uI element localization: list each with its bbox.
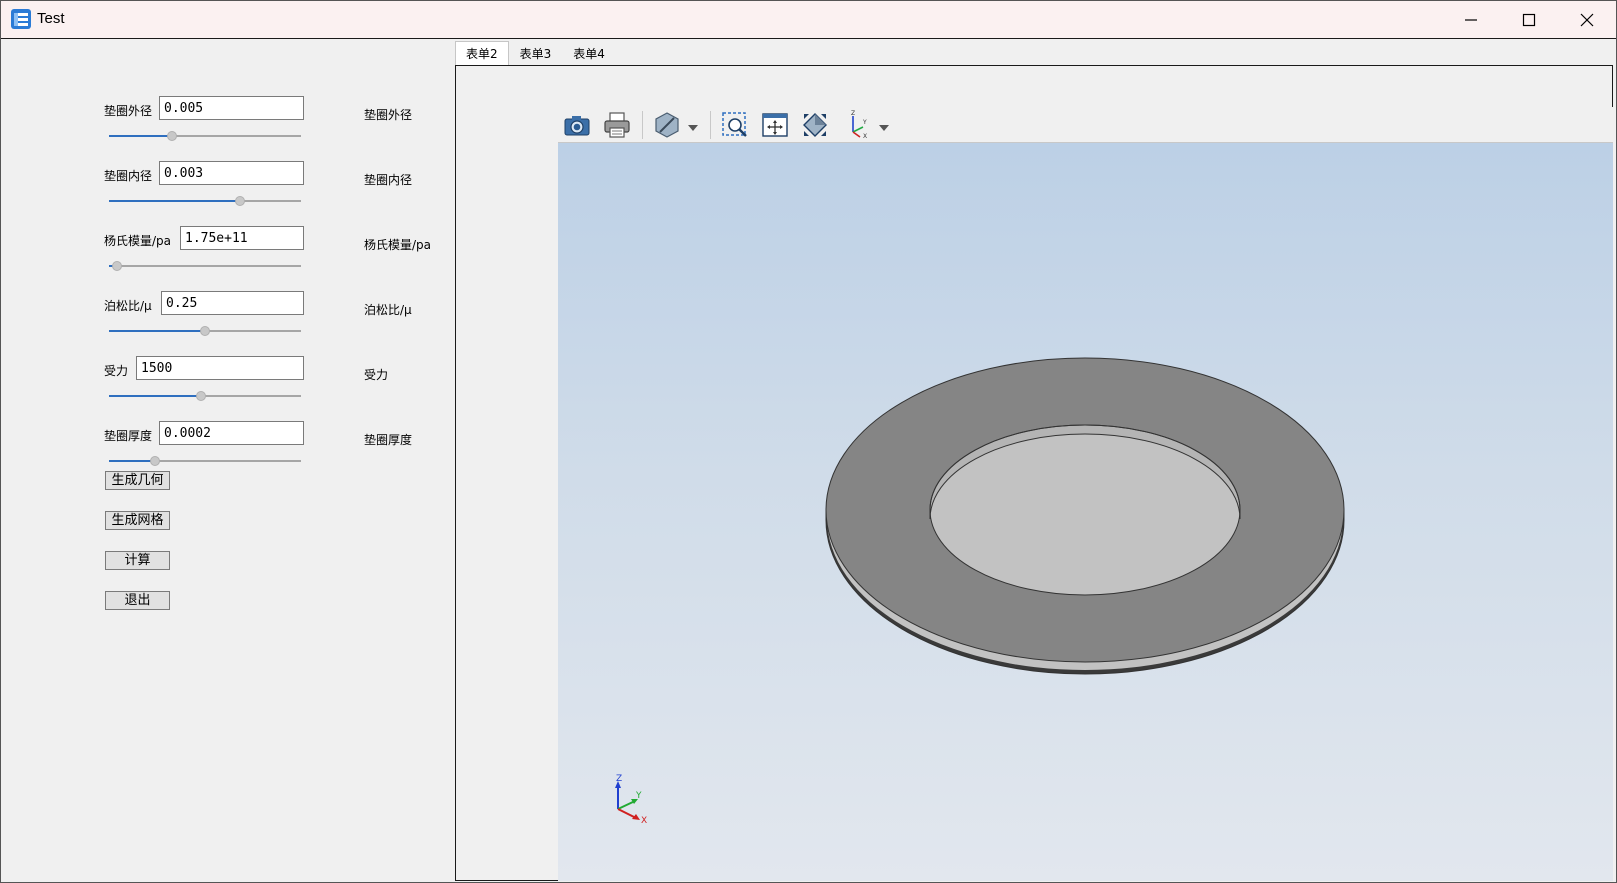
generate-geometry-button[interactable]: 生成几何 xyxy=(105,471,170,490)
chevron-down-icon xyxy=(879,125,889,131)
tab-form3[interactable]: 表单3 xyxy=(509,41,563,66)
slider-fill xyxy=(109,135,173,137)
slider-thumb[interactable] xyxy=(150,456,161,466)
axes-view-icon: Z Y X xyxy=(851,110,867,140)
display-mode-icon xyxy=(655,112,679,138)
param-row-force: 受力 受力 xyxy=(2,356,454,416)
youngs-modulus-label: 杨氏模量/pa xyxy=(104,234,172,248)
washer-model[interactable] xyxy=(558,143,1613,881)
poisson-ratio-label: 泊松比/μ xyxy=(104,299,152,313)
outer-diameter-input[interactable] xyxy=(159,96,304,120)
fit-selection-button[interactable] xyxy=(798,109,832,141)
triad-z-label: Z xyxy=(616,774,622,784)
poisson-ratio-input[interactable] xyxy=(161,291,304,315)
outer-diameter-label: 垫圈外径 xyxy=(104,104,153,118)
zoom-box-icon xyxy=(722,112,747,137)
view-triad: Z Y X xyxy=(615,774,647,826)
slider-thumb[interactable] xyxy=(167,131,178,141)
axes-view-dropdown[interactable] xyxy=(879,121,889,131)
fit-all-icon xyxy=(762,113,788,137)
force-side-label: 受力 xyxy=(364,368,389,382)
force-slider[interactable] xyxy=(109,390,301,402)
triad-y-label: Y xyxy=(635,791,642,801)
app-window: Test 垫圈外径 垫圈外径 垫圈内径 xyxy=(0,0,1617,883)
youngs-modulus-slider[interactable] xyxy=(109,260,301,272)
app-icon xyxy=(11,9,31,29)
display-mode-button[interactable] xyxy=(650,109,684,141)
parameter-panel: 垫圈外径 垫圈外径 垫圈内径 垫圈内径 杨氏模量/pa xyxy=(2,40,454,882)
slider-fill xyxy=(109,200,240,202)
inner-diameter-label: 垫圈内径 xyxy=(104,169,153,183)
fit-all-button[interactable] xyxy=(758,109,792,141)
slider-fill xyxy=(109,460,156,462)
slider-fill xyxy=(109,330,205,332)
param-row-outer-diameter: 垫圈外径 垫圈外径 xyxy=(2,96,454,156)
window-title: Test xyxy=(37,10,65,27)
slider-thumb[interactable] xyxy=(111,261,122,271)
thickness-slider[interactable] xyxy=(109,455,301,467)
zoom-box-button[interactable] xyxy=(718,109,752,141)
print-icon xyxy=(604,112,630,138)
inner-diameter-side-label: 垫圈内径 xyxy=(364,173,413,187)
outer-diameter-side-label: 垫圈外径 xyxy=(364,108,413,122)
param-row-inner-diameter: 垫圈内径 垫圈内径 xyxy=(2,161,454,221)
slider-fill xyxy=(109,395,202,397)
outer-diameter-slider[interactable] xyxy=(109,130,301,142)
svg-text:X: X xyxy=(863,133,867,140)
force-input[interactable] xyxy=(136,356,304,380)
poisson-ratio-side-label: 泊松比/μ xyxy=(364,303,412,317)
youngs-modulus-input[interactable] xyxy=(180,226,304,250)
camera-icon xyxy=(564,116,590,136)
print-button[interactable] xyxy=(600,109,634,141)
compute-button[interactable]: 计算 xyxy=(105,551,170,570)
tab-pane: Z Y X Z Y X xyxy=(455,65,1613,881)
tab-form2[interactable]: 表单2 xyxy=(455,41,509,66)
thickness-input[interactable] xyxy=(159,421,304,445)
slider-thumb[interactable] xyxy=(234,196,245,206)
minimize-icon xyxy=(1465,19,1477,21)
exit-button[interactable]: 退出 xyxy=(105,591,170,610)
poisson-ratio-slider[interactable] xyxy=(109,325,301,337)
inner-diameter-input[interactable] xyxy=(159,161,304,185)
axes-view-button[interactable]: Z Y X xyxy=(841,109,875,141)
tab-bar: 表单2 表单3 表单4 xyxy=(455,41,616,66)
close-button[interactable] xyxy=(1558,1,1616,39)
maximize-button[interactable] xyxy=(1500,1,1558,39)
youngs-modulus-side-label: 杨氏模量/pa xyxy=(364,238,432,252)
triad-x-label: X xyxy=(641,816,647,826)
param-row-thickness: 垫圈厚度 垫圈厚度 xyxy=(2,421,454,481)
svg-text:Y: Y xyxy=(862,119,867,126)
svg-text:Z: Z xyxy=(851,110,855,117)
inner-diameter-slider[interactable] xyxy=(109,195,301,207)
3d-viewer: Z Y X Z Y X xyxy=(558,107,1613,881)
title-bar[interactable]: Test xyxy=(1,1,1616,39)
param-row-youngs-modulus: 杨氏模量/pa 杨氏模量/pa xyxy=(2,226,454,286)
scrollbar[interactable] xyxy=(1606,66,1612,106)
snapshot-button[interactable] xyxy=(560,109,594,141)
slider-thumb[interactable] xyxy=(200,326,210,336)
fit-selection-icon xyxy=(803,113,827,137)
close-icon xyxy=(1580,13,1594,27)
generate-mesh-button[interactable]: 生成网格 xyxy=(105,511,170,530)
viewer-toolbar: Z Y X xyxy=(558,107,1613,143)
thickness-side-label: 垫圈厚度 xyxy=(364,433,413,447)
param-row-poisson-ratio: 泊松比/μ 泊松比/μ xyxy=(2,291,454,351)
maximize-icon xyxy=(1522,13,1536,27)
force-label: 受力 xyxy=(104,364,129,378)
chevron-down-icon xyxy=(688,125,698,131)
display-mode-dropdown[interactable] xyxy=(688,121,698,131)
3d-canvas[interactable]: Z Y X xyxy=(558,143,1613,881)
slider-thumb[interactable] xyxy=(196,391,207,401)
minimize-button[interactable] xyxy=(1442,1,1500,39)
tab-form4[interactable]: 表单4 xyxy=(562,41,616,66)
thickness-label: 垫圈厚度 xyxy=(104,429,153,443)
